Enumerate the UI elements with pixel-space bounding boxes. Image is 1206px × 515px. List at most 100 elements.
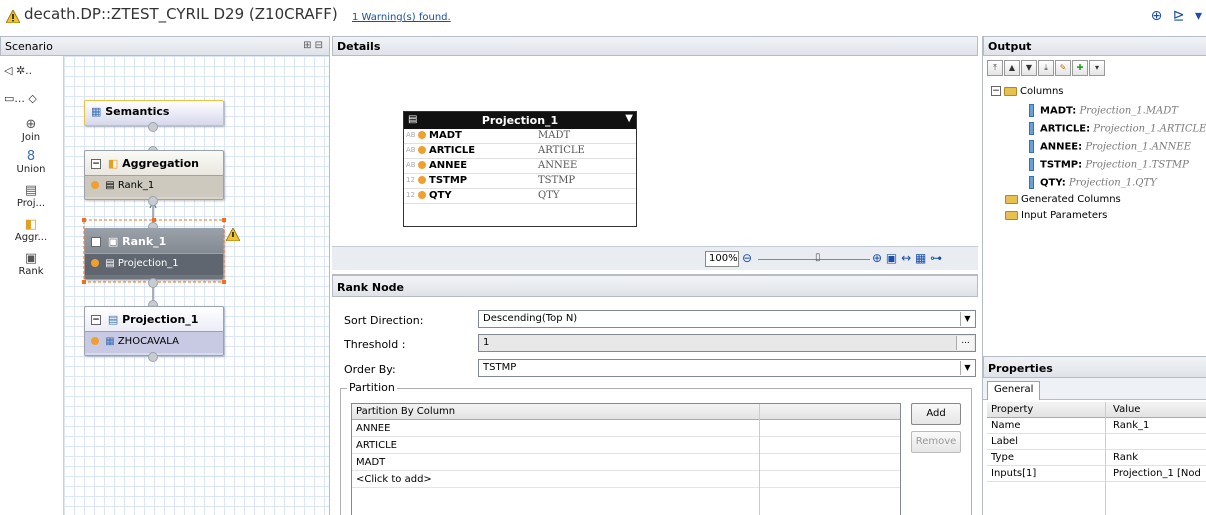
list-item[interactable]: ARTICLE bbox=[352, 437, 900, 454]
move-top-icon[interactable]: ⤒ bbox=[987, 60, 1003, 76]
semantics-icon: ▦ bbox=[91, 105, 102, 118]
grid-icon[interactable]: ▦ bbox=[915, 251, 926, 265]
tab-general[interactable]: General bbox=[987, 381, 1041, 400]
rank-warning-icon bbox=[226, 228, 240, 241]
output-column[interactable]: QTY: Projection_1.QTY bbox=[1029, 176, 1157, 189]
globe-icon[interactable]: ⊕ bbox=[1151, 8, 1163, 24]
projection-table-title: Projection_1 bbox=[481, 114, 559, 127]
sort-direction-select[interactable]: Descending(Top N) ▼ bbox=[478, 310, 976, 328]
ellipsis-button[interactable]: ... bbox=[956, 336, 974, 350]
details-canvas[interactable]: ▤ Projection_1 ▼ AB MADT MADT AB ARTICLE… bbox=[332, 56, 978, 246]
move-bottom-icon[interactable]: ⤓ bbox=[1038, 60, 1054, 76]
collapse-aggregation-icon[interactable]: − bbox=[91, 159, 101, 169]
output-header: Output bbox=[983, 36, 1206, 56]
projection-table-icon: ▤ bbox=[408, 114, 418, 125]
tool-projection[interactable]: ▤ Proj... bbox=[0, 184, 62, 210]
list-item[interactable]: MADT bbox=[352, 454, 900, 471]
chart-icon[interactable]: ⊵ bbox=[1173, 8, 1185, 24]
table-row[interactable]: Type Rank bbox=[987, 450, 1206, 466]
sort-direction-label: Sort Direction: bbox=[344, 314, 424, 327]
palette-filter[interactable]: ▭... ◇ bbox=[4, 92, 37, 105]
projection-input-label: ZHOCAVALA bbox=[117, 336, 179, 347]
chevron-down-icon[interactable]: ▼ bbox=[960, 312, 974, 326]
list-item[interactable]: ANNEE bbox=[352, 420, 900, 437]
palette-nav[interactable]: ◁ ✲.. bbox=[4, 64, 32, 77]
folder-icon bbox=[1005, 210, 1018, 220]
rank-node-panel: Rank Node Sort Direction: Descending(Top… bbox=[332, 274, 978, 515]
properties-header: Properties bbox=[983, 356, 1206, 378]
zoom-slider-handle[interactable]: ▯ bbox=[815, 252, 821, 263]
column-icon bbox=[1029, 158, 1034, 171]
aggregation-node[interactable]: − ◧ Aggregation ▤ Rank_1 bbox=[84, 150, 224, 200]
layout-icon[interactable]: ⊶ bbox=[930, 251, 942, 265]
chevron-down-icon[interactable]: ▼ bbox=[960, 361, 974, 375]
tool-union[interactable]: 8 Union bbox=[0, 149, 62, 176]
table-row[interactable]: Label bbox=[987, 434, 1206, 450]
collapse-projection-icon[interactable]: − bbox=[91, 315, 101, 325]
add-icon[interactable]: ✚ bbox=[1072, 60, 1088, 76]
tool-join[interactable]: ⊕ Join bbox=[0, 118, 62, 144]
table-row[interactable]: AB MADT MADT bbox=[404, 129, 636, 144]
generated-columns-folder[interactable]: Generated Columns bbox=[1005, 194, 1121, 205]
table-icon: ▦ bbox=[105, 336, 115, 347]
output-panel: Output ⤒ ▲ ▼ ⤓ ✎ ✚ ▾ − Columns MADT: Projection… bbox=[982, 36, 1206, 356]
click-to-add-row[interactable]: <Click to add> bbox=[352, 471, 900, 488]
collapse-expand-icons[interactable]: ⊞ ⊟ bbox=[303, 40, 323, 51]
projection-node[interactable]: − ▤ Projection_1 ▦ ZHOCAVALA bbox=[84, 306, 224, 356]
table-row[interactable]: AB ANNEE ANNEE bbox=[404, 159, 636, 174]
table-row[interactable]: Name Rank_1 bbox=[987, 418, 1206, 434]
partition-table[interactable]: Partition By Column ANNEE ARTICLE MADT <… bbox=[351, 403, 901, 515]
collapse-columns-icon[interactable]: − bbox=[991, 86, 1001, 96]
chevron-down-icon[interactable]: ▾ bbox=[1195, 8, 1202, 24]
union-icon: 8 bbox=[26, 149, 36, 164]
title-bar: decath.DP::ZTEST_CYRIL D29 (Z10CRAFF) 1 … bbox=[0, 0, 1206, 34]
zoom-slider[interactable] bbox=[758, 259, 870, 260]
table-icon: ▤ bbox=[105, 180, 115, 191]
projection-table[interactable]: ▤ Projection_1 ▼ AB MADT MADT AB ARTICLE… bbox=[403, 111, 637, 227]
warning-icon bbox=[6, 10, 20, 23]
table-row[interactable]: AB ARTICLE ARTICLE bbox=[404, 144, 636, 159]
output-column[interactable]: TSTMP: Projection_1.TSTMP bbox=[1029, 158, 1189, 171]
output-column[interactable]: MADT: Projection_1.MADT bbox=[1029, 104, 1178, 117]
table-row[interactable]: 12 QTY QTY bbox=[404, 189, 636, 204]
input-parameters-folder[interactable]: Input Parameters bbox=[1005, 210, 1107, 221]
output-column[interactable]: ARTICLE: Projection_1.ARTICLE bbox=[1029, 122, 1206, 135]
zoom-in-icon[interactable]: ⊕ bbox=[872, 251, 882, 265]
zoom-level[interactable]: 100% bbox=[705, 251, 739, 267]
aggregation-port-bottom[interactable] bbox=[148, 196, 158, 206]
selection-border bbox=[83, 219, 225, 283]
aggregation-node-label: Aggregation bbox=[122, 157, 199, 170]
scenario-canvas[interactable]: ▦ Semantics − ◧ Aggregation ▤ Rank_1 − ▣… bbox=[64, 56, 329, 515]
table-row[interactable]: Inputs[1] Projection_1 [Nod bbox=[987, 466, 1206, 482]
column-icon bbox=[1029, 140, 1034, 153]
add-button[interactable]: Add bbox=[911, 403, 961, 425]
output-column[interactable]: ANNEE: Projection_1.ANNEE bbox=[1029, 140, 1191, 153]
tool-aggregation-label: Aggr... bbox=[14, 232, 48, 243]
threshold-field[interactable]: 1 ... bbox=[478, 334, 976, 352]
move-down-icon[interactable]: ▼ bbox=[1021, 60, 1037, 76]
fit-icon[interactable]: ▣ bbox=[886, 251, 897, 265]
properties-grid: Property Value Name Rank_1 Label Type Ra… bbox=[987, 402, 1206, 482]
remove-button[interactable]: Remove bbox=[911, 431, 961, 453]
tool-rank[interactable]: ▣ Rank bbox=[0, 252, 62, 278]
warnings-link[interactable]: 1 Warning(s) found. bbox=[352, 12, 451, 23]
order-by-select[interactable]: TSTMP ▼ bbox=[478, 359, 976, 377]
columns-folder[interactable]: − Columns bbox=[991, 86, 1064, 97]
move-up-icon[interactable]: ▲ bbox=[1004, 60, 1020, 76]
aggregation-icon: ◧ bbox=[24, 217, 38, 232]
chevron-down-icon[interactable]: ▼ bbox=[625, 113, 633, 124]
table-row[interactable]: 12 TSTMP TSTMP bbox=[404, 174, 636, 189]
zoom-bar: 100% ⊖ ▯ ⊕ ▣ ↔ ▦ ⊶ bbox=[332, 246, 978, 270]
fit-width-icon[interactable]: ↔ bbox=[901, 251, 911, 265]
tool-aggregation[interactable]: ◧ Aggr... bbox=[0, 217, 62, 244]
rank-port-bottom[interactable] bbox=[148, 278, 158, 288]
folder-icon bbox=[1005, 194, 1018, 204]
zoom-out-icon[interactable]: ⊖ bbox=[742, 251, 752, 265]
threshold-label: Threshold : bbox=[344, 338, 406, 351]
semantics-port[interactable] bbox=[148, 122, 158, 132]
tool-palette: ◁ ✲.. ▭... ◇ ⊕ Join 8 Union ▤ Proj... ◧ … bbox=[0, 56, 64, 515]
projection-port-bottom[interactable] bbox=[148, 352, 158, 362]
properties-panel: Properties General Property Value Name R… bbox=[982, 356, 1206, 515]
edit-icon[interactable]: ✎ bbox=[1055, 60, 1071, 76]
chevron-down-icon[interactable]: ▾ bbox=[1089, 60, 1105, 76]
